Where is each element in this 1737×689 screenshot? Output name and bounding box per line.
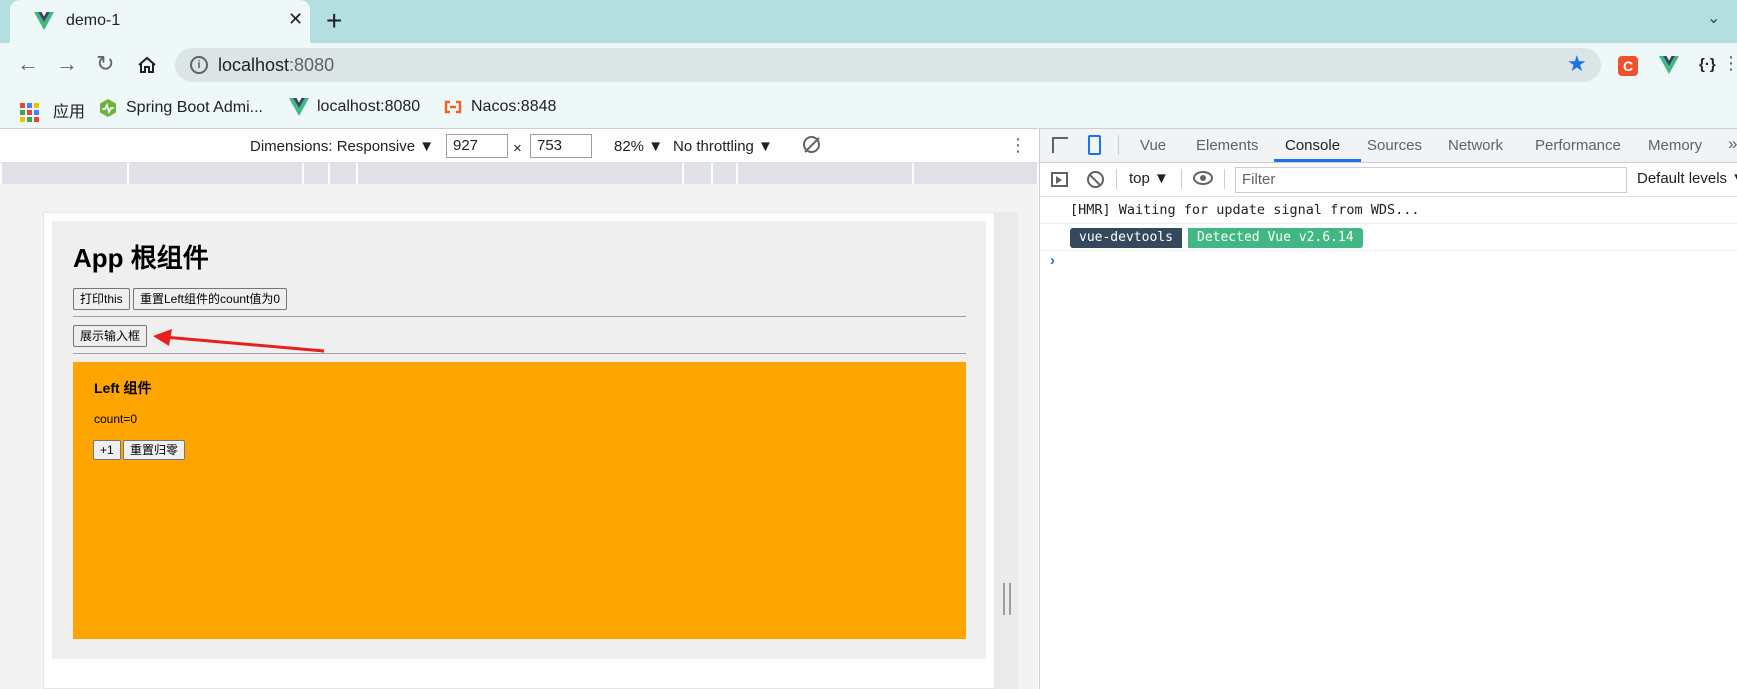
reload-icon[interactable]: ↻	[96, 51, 114, 77]
console-log-text: [HMR] Waiting for update signal from WDS…	[1070, 202, 1420, 218]
log-levels-dropdown[interactable]: Default levels ▼	[1637, 170, 1737, 187]
site-info-icon[interactable]: i	[190, 56, 208, 74]
bookmark-star-icon[interactable]: ★	[1567, 51, 1587, 77]
back-arrow-icon[interactable]: ←	[17, 51, 39, 77]
url-text[interactable]: localhost:8080	[218, 55, 334, 76]
tab-title: demo-1	[66, 12, 121, 29]
divider	[73, 316, 966, 317]
json-extension-icon[interactable]: {·}	[1699, 56, 1716, 73]
nacos-icon	[444, 100, 462, 113]
tab-strip: demo-1 ✕ + ⌄	[0, 0, 1737, 43]
browser-toolbar: ← → ↻ i localhost:8080 ★ C {·} ⋮	[0, 43, 1737, 88]
app-title: App 根组件	[73, 243, 209, 273]
active-tab-indicator	[1274, 159, 1361, 162]
device-toolbar: Dimensions: Responsive ▼ 927 × 753 82% ▼…	[0, 128, 1038, 163]
bookmark-localhost[interactable]: localhost:8080	[289, 98, 420, 116]
live-expression-eye-icon[interactable]	[1193, 171, 1213, 185]
context-selector[interactable]: top ▼	[1129, 170, 1169, 187]
device-toggle-icon[interactable]	[1088, 135, 1101, 155]
media-query-ruler[interactable]	[2, 163, 1037, 184]
bookmark-nacos[interactable]: Nacos:8848	[443, 98, 556, 116]
show-input-button[interactable]: 展示输入框	[73, 325, 148, 347]
throttling-dropdown[interactable]: No throttling ▼	[673, 138, 773, 155]
bookmark-spring-boot-admin[interactable]: Spring Boot Admi...	[98, 98, 263, 118]
device-width-input[interactable]: 927	[446, 134, 508, 158]
resize-handle[interactable]	[1003, 583, 1011, 615]
bookmark-apps[interactable]: 应用	[20, 98, 85, 123]
bookmarks-bar: 应用 Spring Boot Admi... localhost:8080 Na…	[0, 88, 1737, 128]
tab-sources[interactable]: Sources	[1367, 137, 1422, 154]
tab-elements[interactable]: Elements	[1196, 137, 1259, 154]
console-sidebar-icon[interactable]	[1051, 172, 1068, 187]
zoom-dropdown[interactable]: 82% ▼	[614, 138, 663, 155]
vue-devtools-extension-icon[interactable]	[1659, 56, 1679, 74]
clear-console-icon[interactable]	[1087, 171, 1104, 188]
tab-console[interactable]: Console	[1285, 137, 1340, 154]
address-bar[interactable]: i localhost:8080 ★	[175, 48, 1601, 82]
tab-vue[interactable]: Vue	[1140, 137, 1166, 154]
inspect-element-icon[interactable]	[1052, 137, 1068, 153]
browser-tab[interactable]: demo-1 ✕	[10, 0, 310, 43]
apps-grid-icon	[20, 103, 39, 123]
device-more-options-icon[interactable]: ⋮	[1009, 135, 1027, 156]
left-component	[73, 362, 966, 639]
tab-close-icon[interactable]: ✕	[288, 9, 303, 30]
left-count-text: count=0	[94, 412, 138, 426]
increment-button[interactable]: +1	[93, 440, 121, 460]
tab-performance[interactable]: Performance	[1535, 137, 1621, 154]
home-icon[interactable]	[137, 56, 157, 74]
vue-logo-icon	[289, 98, 309, 116]
tab-memory[interactable]: Memory	[1648, 137, 1702, 154]
reset-left-count-button[interactable]: 重置Left组件的count值为0	[133, 288, 288, 310]
browser-menu-icon[interactable]: ⋮	[1722, 53, 1737, 74]
extension-c-icon[interactable]: C	[1618, 56, 1638, 76]
device-height-input[interactable]: 753	[530, 134, 592, 158]
console-prompt-icon[interactable]: ›	[1050, 252, 1055, 269]
spring-boot-admin-icon	[100, 99, 116, 117]
vue-devtools-badge: vue-devtools	[1070, 228, 1182, 248]
vue-version-badge: Detected Vue v2.6.14	[1188, 228, 1363, 248]
tab-search-chevron-icon[interactable]: ⌄	[1707, 8, 1720, 28]
left-component-title: Left 组件	[94, 380, 152, 396]
console-filter-input[interactable]: Filter	[1235, 167, 1627, 193]
red-annotation-arrow	[153, 329, 325, 353]
dimensions-dropdown[interactable]: Dimensions: Responsive ▼	[250, 138, 434, 155]
more-tabs-icon[interactable]: »	[1728, 134, 1737, 154]
print-this-button[interactable]: 打印this	[73, 288, 130, 310]
forward-arrow-icon[interactable]: →	[56, 51, 78, 77]
tab-network[interactable]: Network	[1448, 137, 1503, 154]
device-resize-gutter[interactable]	[995, 212, 1018, 689]
vue-favicon-icon	[34, 12, 54, 30]
reset-zero-button[interactable]: 重置归零	[123, 440, 186, 460]
new-tab-button[interactable]: +	[326, 7, 342, 35]
rotate-disabled-icon[interactable]	[803, 136, 820, 153]
dimension-separator: ×	[513, 140, 522, 157]
